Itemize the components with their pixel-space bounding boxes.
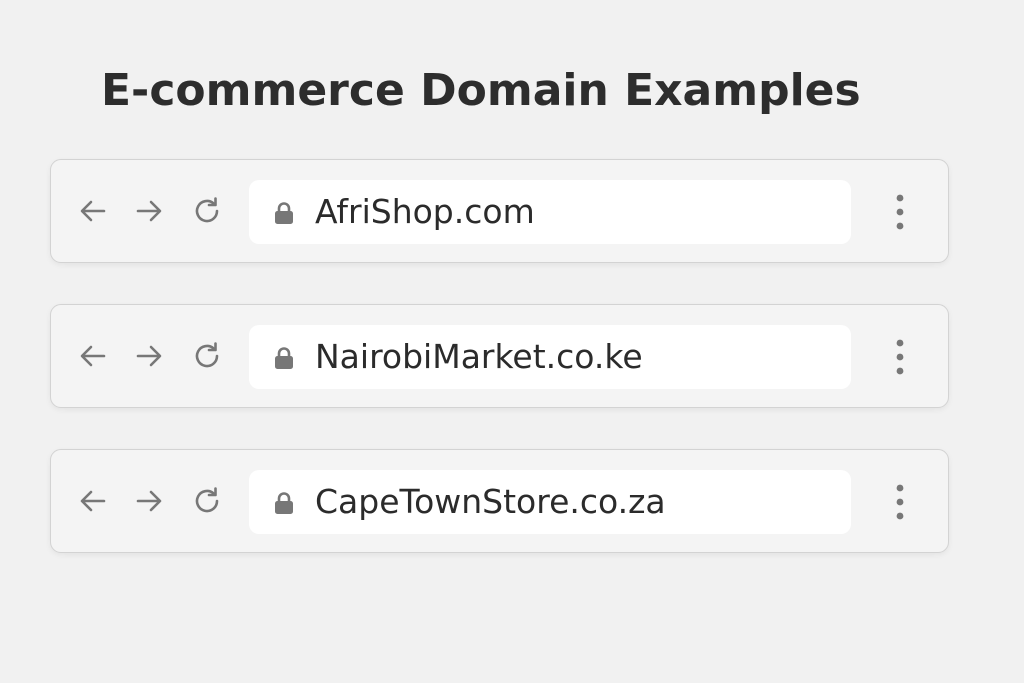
back-button[interactable]: [73, 481, 113, 521]
arrow-left-icon: [80, 490, 106, 512]
address-bar[interactable]: CapeTownStore.co.za: [249, 470, 851, 534]
address-bar[interactable]: AfriShop.com: [249, 180, 851, 244]
arrow-right-icon: [136, 200, 162, 222]
forward-button[interactable]: [129, 481, 169, 521]
lock-icon: [275, 492, 293, 514]
back-button[interactable]: [73, 336, 113, 376]
address-bar[interactable]: NairobiMarket.co.ke: [249, 325, 851, 389]
reload-icon: [195, 487, 219, 513]
forward-button[interactable]: [129, 336, 169, 376]
more-menu-button[interactable]: [883, 480, 917, 524]
more-vertical-icon: [896, 194, 904, 230]
url-text[interactable]: NairobiMarket.co.ke: [315, 325, 643, 389]
forward-button[interactable]: [129, 191, 169, 231]
back-button[interactable]: [73, 191, 113, 231]
browser-bar: CapeTownStore.co.za: [50, 449, 949, 553]
arrow-left-icon: [80, 200, 106, 222]
browser-bar: NairobiMarket.co.ke: [50, 304, 949, 408]
url-text[interactable]: AfriShop.com: [315, 180, 535, 244]
more-vertical-icon: [896, 339, 904, 375]
more-menu-button[interactable]: [883, 335, 917, 379]
reload-button[interactable]: [187, 191, 227, 231]
arrow-left-icon: [80, 345, 106, 367]
reload-button[interactable]: [187, 336, 227, 376]
more-vertical-icon: [896, 484, 904, 520]
browser-bar: AfriShop.com: [50, 159, 949, 263]
browser-bar-list: AfriShop.com NairobiMarket.co.ke CapeTow…: [50, 159, 951, 594]
lock-icon: [275, 347, 293, 369]
lock-icon: [275, 202, 293, 224]
url-text[interactable]: CapeTownStore.co.za: [315, 470, 666, 534]
more-menu-button[interactable]: [883, 190, 917, 234]
reload-icon: [195, 342, 219, 368]
page-title: E-commerce Domain Examples: [101, 65, 861, 116]
reload-button[interactable]: [187, 481, 227, 521]
arrow-right-icon: [136, 345, 162, 367]
arrow-right-icon: [136, 490, 162, 512]
reload-icon: [195, 197, 219, 223]
